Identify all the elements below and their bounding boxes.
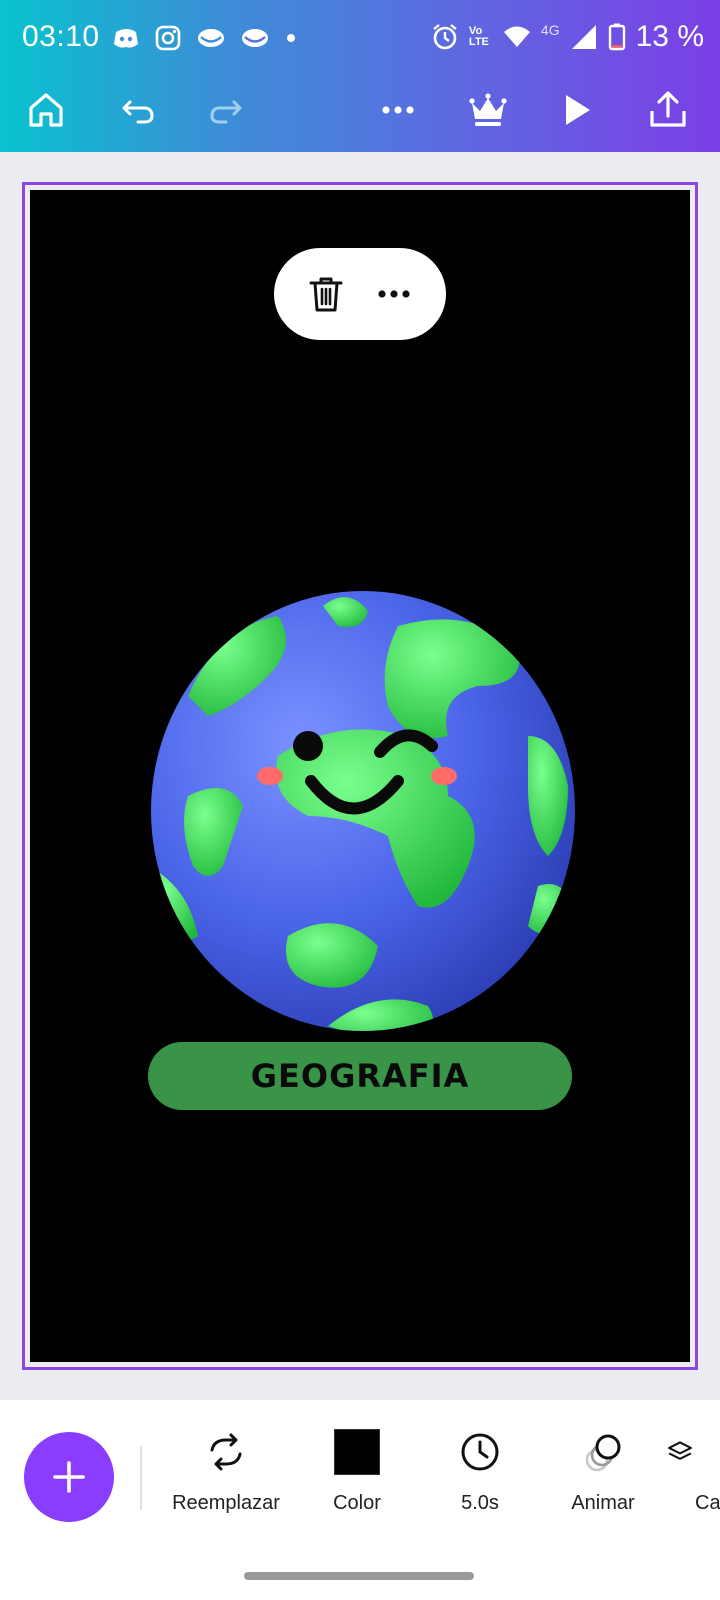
color-swatch bbox=[334, 1429, 380, 1475]
crown-icon bbox=[469, 93, 507, 126]
trash-icon bbox=[309, 277, 343, 312]
share-icon bbox=[650, 91, 686, 127]
add-button[interactable] bbox=[24, 1432, 114, 1522]
share-button[interactable] bbox=[640, 82, 696, 138]
layers-icon bbox=[668, 1441, 692, 1460]
undo-icon bbox=[122, 100, 154, 124]
color-tool[interactable]: Color bbox=[297, 1424, 417, 1515]
play-icon bbox=[566, 95, 590, 125]
dot-icon bbox=[287, 34, 295, 42]
undo-button[interactable] bbox=[110, 82, 166, 138]
replace-tool[interactable]: Reemplazar bbox=[166, 1424, 286, 1515]
instagram-icon bbox=[155, 25, 181, 51]
delete-button[interactable] bbox=[301, 269, 351, 319]
volte-icon: Vo LTE bbox=[468, 25, 489, 48]
home-button[interactable] bbox=[18, 82, 74, 138]
element-context-menu bbox=[274, 248, 446, 340]
network-type: 4G bbox=[540, 22, 560, 38]
layers-tool[interactable]: Ca bbox=[665, 1424, 720, 1515]
signal-icon bbox=[571, 25, 596, 49]
header: 03:10 Vo LTE 4G 13 % bbox=[0, 0, 720, 152]
app-notification-icon bbox=[242, 29, 268, 47]
editor-toolbar bbox=[0, 78, 720, 152]
clock-icon bbox=[461, 1433, 499, 1471]
tool-label: 5.0s bbox=[461, 1492, 499, 1514]
tool-label: Ca bbox=[695, 1492, 720, 1514]
tool-label: Reemplazar bbox=[172, 1492, 280, 1514]
redo-icon bbox=[210, 100, 242, 124]
toolbar-divider bbox=[140, 1446, 142, 1510]
redo-button[interactable] bbox=[198, 82, 254, 138]
duration-tool[interactable]: 5.0s bbox=[420, 1424, 540, 1515]
status-bar: 03:10 Vo LTE 4G 13 % bbox=[0, 0, 720, 78]
app-notification-icon bbox=[198, 29, 224, 47]
status-time: 03:10 bbox=[22, 20, 100, 53]
tool-label: Color bbox=[333, 1492, 381, 1514]
design-canvas[interactable]: GEOGRAFIA bbox=[30, 190, 690, 1362]
system-icons: Vo LTE 4G 13 % bbox=[431, 20, 704, 54]
alarm-icon bbox=[433, 24, 457, 50]
plus-icon bbox=[53, 1461, 85, 1493]
play-button[interactable] bbox=[548, 82, 604, 138]
tool-label: Animar bbox=[571, 1492, 635, 1514]
title-text: GEOGRAFIA bbox=[250, 1057, 470, 1095]
notification-icons bbox=[112, 24, 298, 52]
premium-button[interactable] bbox=[460, 82, 516, 138]
replace-icon bbox=[210, 1433, 242, 1471]
globe-left-eye bbox=[293, 731, 323, 761]
title-label[interactable]: GEOGRAFIA bbox=[148, 1042, 572, 1110]
more-icon bbox=[378, 290, 410, 298]
animate-tool[interactable]: Animar bbox=[543, 1424, 663, 1515]
context-more-button[interactable] bbox=[369, 269, 419, 319]
app-root: 03:10 Vo LTE 4G 13 % GEOGRAFIA Reemplaza… bbox=[0, 0, 720, 1600]
more-options-button[interactable] bbox=[370, 82, 426, 138]
globe-cheek bbox=[431, 767, 457, 785]
animate-icon bbox=[585, 1434, 621, 1472]
home-icon bbox=[29, 93, 63, 127]
home-indicator[interactable] bbox=[244, 1572, 474, 1580]
discord-icon bbox=[114, 29, 138, 48]
battery-icon bbox=[608, 23, 625, 51]
earth-illustration[interactable] bbox=[148, 586, 578, 1036]
more-icon bbox=[382, 106, 414, 114]
wifi-icon bbox=[503, 26, 530, 47]
battery-percent: 13 % bbox=[635, 20, 704, 53]
globe-cheek bbox=[257, 767, 283, 785]
bottom-toolbar: Reemplazar Color 5.0s Animar Ca bbox=[0, 1400, 720, 1600]
